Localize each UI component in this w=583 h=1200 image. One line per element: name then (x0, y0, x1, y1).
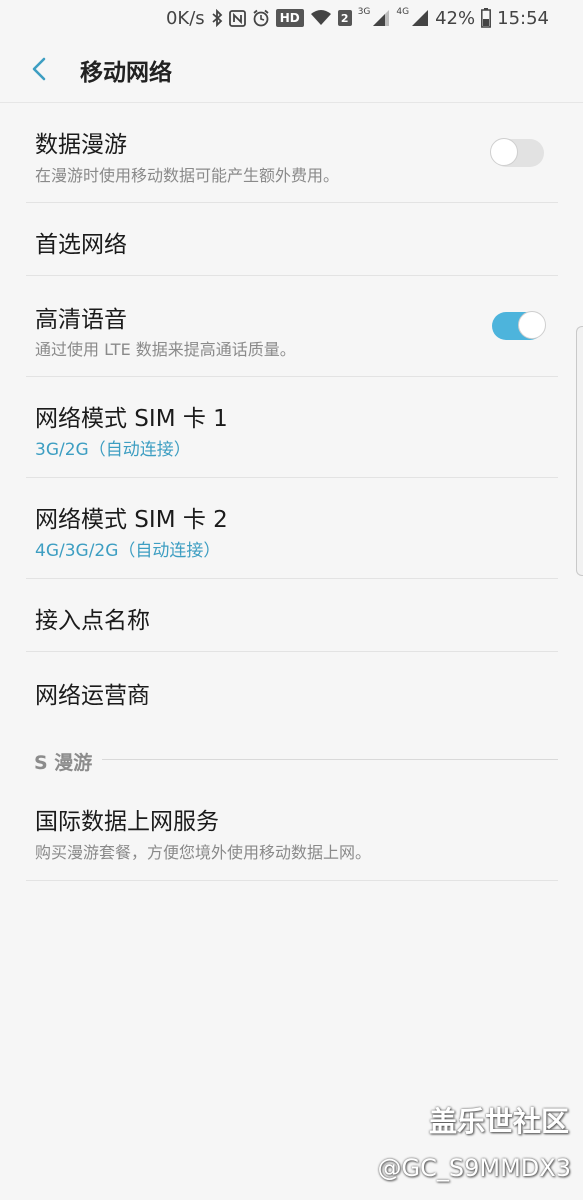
sim-indicator-icon: 2 (337, 10, 352, 26)
app-bar: 移动网络 (0, 36, 583, 103)
row-value: 3G/2G（自动连接） (35, 440, 191, 460)
alarm-icon (252, 9, 270, 27)
hd-voice-toggle[interactable] (492, 311, 546, 340)
row-title: 高清语音 (35, 307, 127, 333)
row-title: 网络模式 SIM 卡 2 (35, 507, 228, 533)
row-title: 接入点名称 (35, 608, 150, 634)
bluetooth-icon (211, 9, 223, 27)
row-title: 国际数据上网服务 (35, 809, 219, 835)
wifi-icon (310, 9, 332, 27)
section-header-s-roaming: S 漫游 (34, 752, 93, 774)
row-subtitle: 通过使用 LTE 数据来提高通话质量。 (35, 340, 296, 359)
back-button[interactable] (22, 52, 56, 86)
battery-icon (481, 8, 492, 28)
edge-panel-handle[interactable] (576, 326, 583, 576)
status-bar: 0K/s HD 2 3G 4G 42% 15:54 (0, 0, 583, 36)
hd-voice-icon: HD (275, 9, 304, 27)
status-icons: 0K/s HD 2 3G 4G 42% 15:54 (166, 6, 549, 30)
signal-sim2-icon (411, 9, 429, 27)
network-type-3g: 3G (357, 7, 371, 17)
row-value: 4G/3G/2G（自动连接） (35, 541, 221, 561)
row-title: 网络模式 SIM 卡 1 (35, 406, 228, 432)
battery-percent: 42% (435, 7, 476, 29)
clock: 15:54 (497, 7, 549, 29)
preferred-network-row[interactable]: 首选网络 (26, 203, 558, 276)
network-mode-sim2-row[interactable]: 网络模式 SIM 卡 2 4G/3G/2G（自动连接） (26, 478, 558, 579)
international-data-row[interactable]: 国际数据上网服务 购买漫游套餐，方便您境外使用移动数据上网。 (26, 780, 558, 881)
row-subtitle: 购买漫游套餐，方便您境外使用移动数据上网。 (35, 843, 372, 862)
page-title: 移动网络 (80, 60, 172, 86)
row-title: 数据漫游 (35, 132, 127, 158)
settings-list: 数据漫游 在漫游时使用移动数据可能产生额外费用。 首选网络 高清语音 通过使用 … (0, 103, 583, 724)
toggle-knob (490, 138, 518, 166)
network-speed: 0K/s (165, 7, 205, 29)
data-roaming-toggle[interactable] (490, 138, 544, 167)
row-title: 首选网络 (35, 232, 127, 258)
row-title: 网络运营商 (35, 683, 150, 709)
network-operators-row[interactable]: 网络运营商 (26, 652, 558, 724)
nfc-icon (228, 9, 246, 27)
network-mode-sim1-row[interactable]: 网络模式 SIM 卡 1 3G/2G（自动连接） (26, 377, 558, 478)
apn-row[interactable]: 接入点名称 (26, 579, 558, 652)
watermark-community: 盖乐世社区 (428, 1105, 569, 1138)
toggle-knob (518, 311, 546, 339)
row-subtitle: 在漫游时使用移动数据可能产生额外费用。 (35, 166, 340, 185)
data-roaming-row[interactable]: 数据漫游 在漫游时使用移动数据可能产生额外费用。 (26, 103, 558, 203)
network-type-4g: 4G (396, 7, 410, 17)
watermark-handle: @GC_S9MMDX3 (377, 1154, 571, 1182)
section-divider (102, 759, 558, 760)
signal-sim1-icon (372, 9, 390, 27)
chevron-left-icon (32, 57, 46, 81)
hd-voice-row[interactable]: 高清语音 通过使用 LTE 数据来提高通话质量。 (26, 276, 558, 377)
